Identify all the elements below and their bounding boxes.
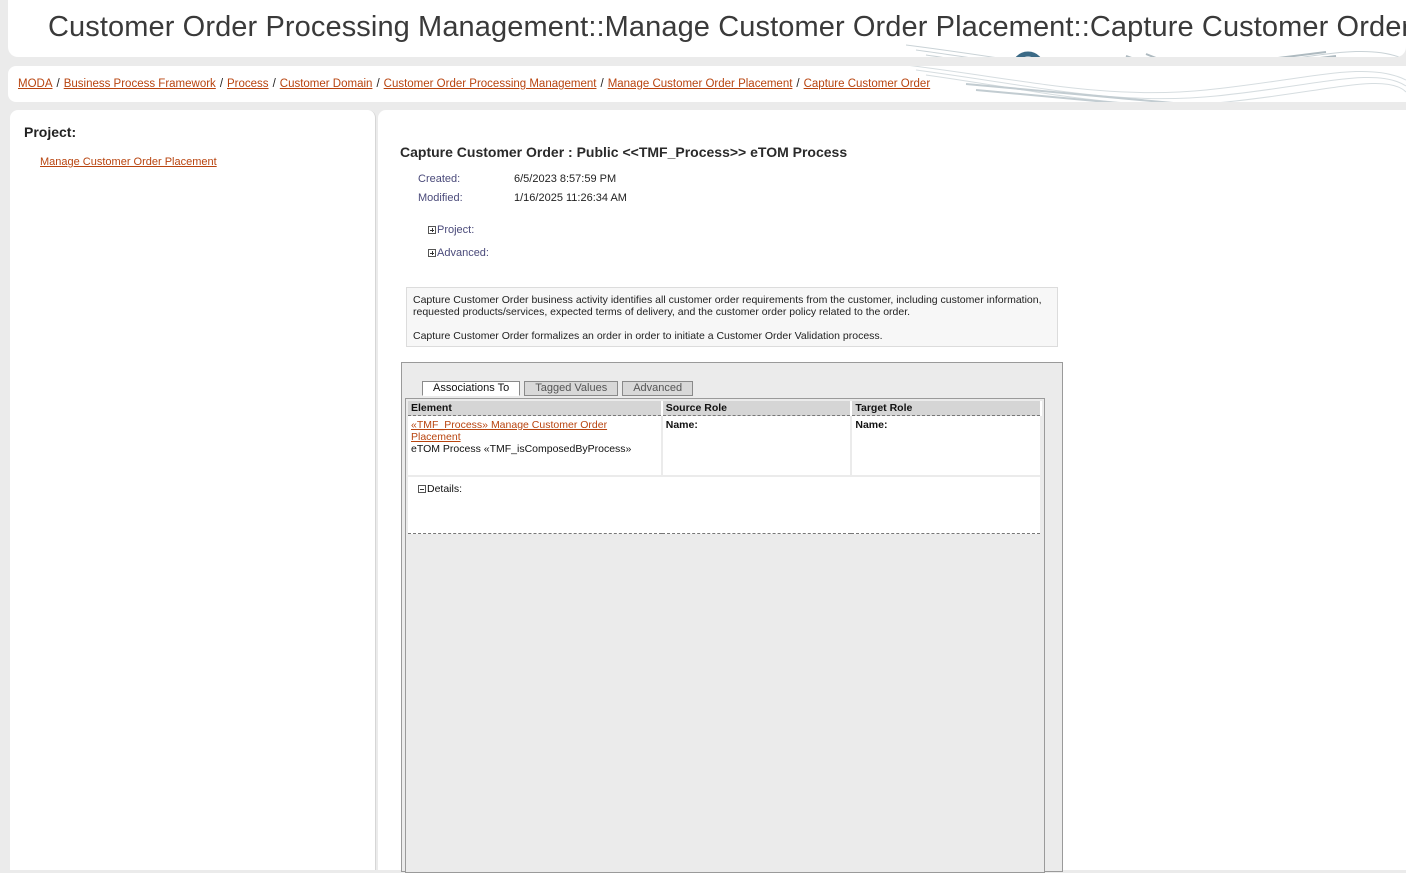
table-header-row: Element Source Role Target Role — [408, 401, 1042, 416]
column-header-element: Element — [408, 401, 663, 416]
column-header-target-role: Target Role — [851, 401, 1042, 416]
breadcrumb-separator: / — [56, 78, 60, 90]
associations-table: Element Source Role Target Role «TMF_Pro… — [408, 401, 1042, 534]
source-role-name-label: Name: — [665, 419, 698, 431]
associations-panel: Element Source Role Target Role «TMF_Pro… — [405, 398, 1045, 873]
collapse-minus-icon[interactable] — [418, 484, 426, 493]
modified-label: Modified: — [418, 192, 463, 204]
details-cell: Details: — [408, 474, 1042, 534]
associated-element-type: eTOM Process «TMF_isComposedByProcess» — [411, 443, 632, 455]
column-header-source-role: Source Role — [661, 401, 853, 416]
notes-paragraph: Capture Customer Order business activity… — [413, 294, 1042, 318]
breadcrumb-link-business-process-framework[interactable]: Business Process Framework — [64, 78, 216, 90]
breadcrumb-decoration-graphic — [909, 66, 1406, 102]
breadcrumb-separator: / — [376, 78, 380, 90]
created-row: Created: 6/5/2023 8:57:59 PM — [418, 173, 616, 185]
element-heading: Capture Customer Order : Public <<TMF_Pr… — [400, 144, 848, 160]
breadcrumb-link-moda[interactable]: MODA — [18, 78, 53, 90]
element-cell: «TMF_Process» Manage Customer Order Plac… — [408, 415, 663, 476]
breadcrumb-separator: / — [796, 78, 800, 90]
breadcrumb-link-capture-customer-order[interactable]: Capture Customer Order — [804, 78, 931, 90]
tab-tagged-values[interactable]: Tagged Values — [524, 381, 619, 396]
table-row: «TMF_Process» Manage Customer Order Plac… — [408, 415, 1042, 476]
element-details-panel: Capture Customer Order : Public <<TMF_Pr… — [378, 110, 1406, 873]
tab-strip: Associations To Tagged Values Advanced — [422, 381, 694, 396]
sidebar-heading: Project: — [24, 124, 77, 140]
title-bar: Customer Order Processing Management::Ma… — [8, 0, 1406, 57]
source-role-cell: Name: — [661, 415, 853, 476]
created-label: Created: — [418, 173, 461, 185]
target-role-cell: Name: — [851, 415, 1042, 476]
details-label: Details: — [427, 482, 463, 495]
advanced-expander-label: Advanced: — [437, 247, 489, 259]
project-expander[interactable]: Project: — [428, 224, 474, 236]
tab-advanced[interactable]: Advanced — [622, 381, 694, 396]
details-row: Details: — [408, 474, 1042, 534]
breadcrumb-link-customer-domain[interactable]: Customer Domain — [280, 78, 373, 90]
created-value: 6/5/2023 8:57:59 PM — [514, 173, 617, 185]
target-role-name-label: Name: — [855, 419, 888, 431]
breadcrumb-link-process[interactable]: Process — [227, 78, 269, 90]
breadcrumb-link-manage-customer-order-placement[interactable]: Manage Customer Order Placement — [608, 78, 793, 90]
sidebar-link-manage-customer-order-placement[interactable]: Manage Customer Order Placement — [40, 156, 217, 168]
associated-element-link[interactable]: «TMF_Process» Manage Customer Order Plac… — [411, 419, 607, 443]
breadcrumb-link-customer-order-processing-management[interactable]: Customer Order Processing Management — [384, 78, 597, 90]
breadcrumb-separator: / — [272, 78, 276, 90]
expand-plus-icon[interactable] — [428, 226, 436, 234]
notes-paragraph: Capture Customer Order formalizes an ord… — [413, 330, 883, 342]
breadcrumb-bar: MODA / Business Process Framework / Process /… — [8, 66, 1406, 102]
tab-associations-to[interactable]: Associations To — [422, 381, 521, 396]
page-title: Customer Order Processing Management::Ma… — [48, 11, 1406, 43]
details-expander[interactable]: Details: — [418, 483, 462, 495]
notes-box: Capture Customer Order business activity… — [406, 287, 1058, 347]
modified-value: 1/16/2025 11:26:34 AM — [514, 192, 627, 204]
breadcrumb-separator: / — [600, 78, 604, 90]
breadcrumb-separator: / — [219, 78, 224, 90]
expand-plus-icon[interactable] — [428, 249, 436, 257]
project-sidebar: Project: Manage Customer Order Placement — [10, 110, 376, 870]
modified-row: Modified: 1/16/2025 11:26:34 AM — [418, 192, 627, 204]
advanced-expander[interactable]: Advanced: — [428, 247, 489, 259]
breadcrumb: MODA / Business Process Framework / Process /… — [18, 78, 930, 90]
tab-container: Associations To Tagged Values Advanced E… — [401, 362, 1063, 873]
project-expander-label: Project: — [437, 224, 475, 236]
